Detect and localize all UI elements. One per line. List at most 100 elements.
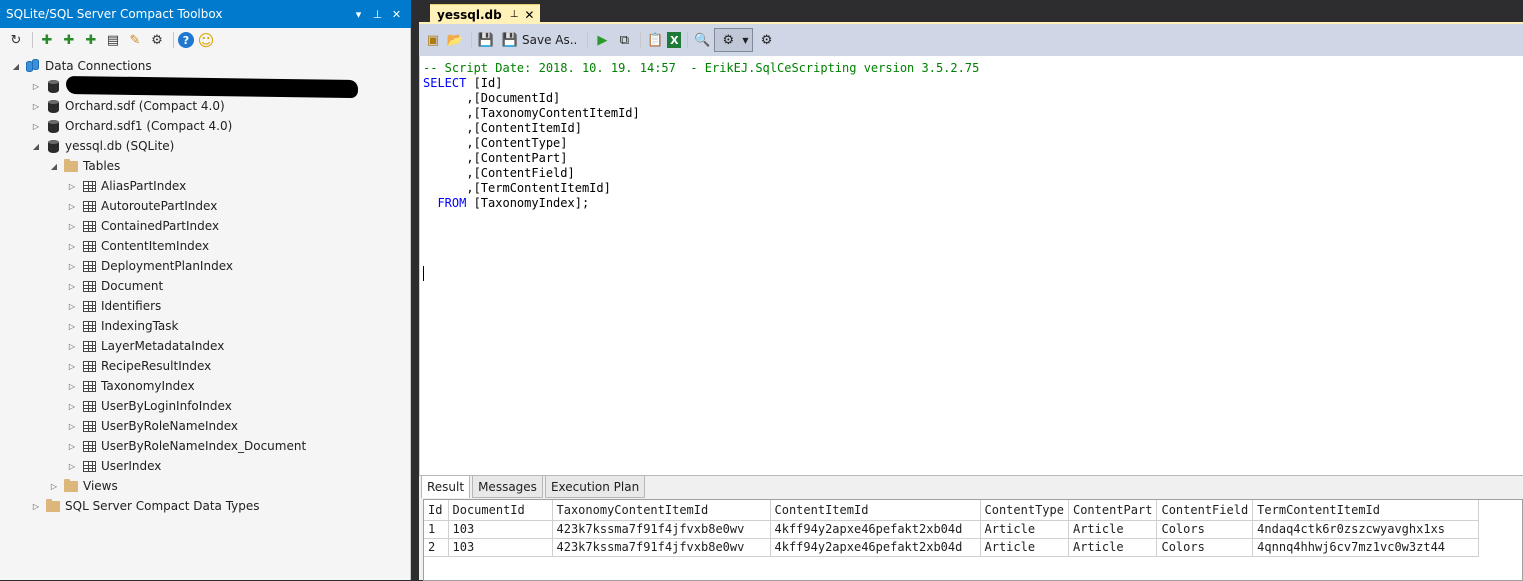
expand-arrow-icon[interactable]: ▷ bbox=[66, 382, 78, 391]
grid-cell[interactable]: 423k7kssma7f91f4jfvxb8e0wv bbox=[552, 538, 771, 557]
show-plan-icon[interactable]: ⧉ bbox=[614, 30, 634, 50]
table-row[interactable]: 2 103 423k7kssma7f91f4jfvxb8e0wv 4kff94y2ap… bbox=[424, 538, 1480, 557]
expand-arrow-icon[interactable]: ▷ bbox=[66, 402, 78, 411]
expand-arrow-icon[interactable]: ▷ bbox=[66, 222, 78, 231]
table-row[interactable]: 1 103 423k7kssma7f91f4jfvxb8e0wv 4kff94y2ap… bbox=[424, 520, 1480, 539]
expand-arrow-icon[interactable]: ▷ bbox=[30, 82, 42, 91]
grid-cell[interactable]: Colors bbox=[1156, 520, 1254, 539]
tree-node-orchard-sdf[interactable]: ▷ Orchard.sdf (Compact 4.0) bbox=[30, 96, 225, 116]
add-server-connection-icon[interactable]: ✚ bbox=[81, 30, 101, 50]
tree-node-table[interactable]: ▷ Identifiers bbox=[66, 296, 161, 316]
settings-icon[interactable]: ⚙ bbox=[147, 30, 167, 50]
expand-arrow-icon[interactable]: ▷ bbox=[66, 422, 78, 431]
grid-cell[interactable]: 4qnnq4hhwj6cv7mz1vc0w3zt44 bbox=[1252, 538, 1480, 557]
tree-node-table[interactable]: ▷ AliasPartIndex bbox=[66, 176, 186, 196]
grid-cell[interactable]: Article bbox=[980, 538, 1069, 557]
result-grid[interactable]: Id DocumentId TaxonomyContentItemId Content… bbox=[423, 499, 1523, 581]
save-icon[interactable]: 💾 bbox=[476, 30, 496, 50]
column-header[interactable]: ContentType bbox=[980, 500, 1069, 521]
smiley-icon[interactable]: ☺ bbox=[196, 30, 216, 50]
grid-cell[interactable]: Article bbox=[1068, 520, 1158, 539]
tree-node-orchard-sdf1[interactable]: ▷ Orchard.sdf1 (Compact 4.0) bbox=[30, 116, 232, 136]
grid-cell[interactable]: 103 bbox=[448, 538, 553, 557]
column-header[interactable]: ContentField bbox=[1156, 500, 1254, 521]
find-icon[interactable]: 🔍 bbox=[692, 30, 712, 50]
tree-node-connection-redacted[interactable]: ▷ bbox=[30, 76, 65, 96]
scan-icon[interactable]: ▤ bbox=[103, 30, 123, 50]
expand-arrow-icon[interactable]: ▷ bbox=[66, 182, 78, 191]
expand-arrow-icon[interactable]: ▷ bbox=[66, 282, 78, 291]
tree-node-yessql-db[interactable]: ◢ yessql.db (SQLite) bbox=[30, 136, 174, 156]
tree-node-table[interactable]: ▷ UserByRoleNameIndex_Document bbox=[66, 436, 306, 456]
grid-cell[interactable]: Colors bbox=[1156, 538, 1254, 557]
expand-arrow-icon[interactable]: ▷ bbox=[30, 122, 42, 131]
tree-node-table[interactable]: ▷ TaxonomyIndex bbox=[66, 376, 195, 396]
panel-dropdown-icon[interactable]: ▾ bbox=[350, 4, 367, 24]
collapse-arrow-icon[interactable]: ◢ bbox=[10, 62, 22, 71]
grid-cell[interactable]: 103 bbox=[448, 520, 553, 539]
expand-arrow-icon[interactable]: ▷ bbox=[30, 102, 42, 111]
options-dropdown[interactable]: ⚙ ▼ bbox=[714, 28, 753, 52]
tree-node-table[interactable]: ▷ RecipeResultIndex bbox=[66, 356, 211, 376]
tree-node-table[interactable]: ▷ IndexingTask bbox=[66, 316, 179, 336]
add-sqlite-connection-icon[interactable]: ✚ bbox=[37, 30, 57, 50]
grid-cell[interactable]: 4kff94y2apxe46pefakt2xb04d bbox=[770, 538, 981, 557]
expand-arrow-icon[interactable]: ▷ bbox=[66, 302, 78, 311]
tree-node-table[interactable]: ▷ UserIndex bbox=[66, 456, 161, 476]
tab-yessql-db[interactable]: yessql.db ⊥ ✕ bbox=[430, 4, 541, 24]
tree-node-table[interactable]: ▷ UserByLoginInfoIndex bbox=[66, 396, 232, 416]
column-header[interactable]: DocumentId bbox=[448, 500, 553, 521]
tree-node-views[interactable]: ▷ Views bbox=[48, 476, 118, 496]
expand-arrow-icon[interactable]: ▷ bbox=[30, 502, 42, 511]
tree-node-table[interactable]: ▷ UserByRoleNameIndex bbox=[66, 416, 238, 436]
add-ce-connection-icon[interactable]: ✚ bbox=[59, 30, 79, 50]
tree-node-table[interactable]: ▷ Document bbox=[66, 276, 163, 296]
close-icon[interactable]: ✕ bbox=[524, 8, 534, 22]
tree-node-data-types[interactable]: ▷ SQL Server Compact Data Types bbox=[30, 496, 260, 516]
panel-pin-icon[interactable]: ⊥ bbox=[369, 4, 386, 24]
clipboard-icon[interactable]: 📋 bbox=[645, 30, 665, 50]
tab-messages[interactable]: Messages bbox=[472, 476, 543, 498]
grid-cell[interactable]: Article bbox=[1068, 538, 1158, 557]
grid-cell[interactable]: 423k7kssma7f91f4jfvxb8e0wv bbox=[552, 520, 771, 539]
collapse-arrow-icon[interactable]: ◢ bbox=[48, 162, 60, 171]
tree-node-table[interactable]: ▷ DeploymentPlanIndex bbox=[66, 256, 233, 276]
expand-arrow-icon[interactable]: ▷ bbox=[48, 482, 60, 491]
execute-icon[interactable]: ▶ bbox=[592, 30, 612, 50]
tree-node-data-connections[interactable]: ◢ Data Connections bbox=[10, 56, 152, 76]
column-header[interactable]: Id bbox=[424, 500, 449, 521]
expand-arrow-icon[interactable]: ▷ bbox=[66, 342, 78, 351]
excel-icon[interactable]: X bbox=[667, 32, 682, 48]
tree-node-table[interactable]: ▷ ContainedPartIndex bbox=[66, 216, 219, 236]
grid-cell[interactable]: 4kff94y2apxe46pefakt2xb04d bbox=[770, 520, 981, 539]
help-icon[interactable]: ? bbox=[178, 32, 194, 48]
grid-cell[interactable]: Article bbox=[980, 520, 1069, 539]
expand-arrow-icon[interactable]: ▷ bbox=[66, 442, 78, 451]
tab-result[interactable]: Result bbox=[421, 476, 471, 498]
sql-editor[interactable]: -- Script Date: 2018. 10. 19. 14:57 - Er… bbox=[419, 56, 1523, 475]
tree-node-tables[interactable]: ◢ Tables bbox=[48, 156, 120, 176]
refresh-icon[interactable]: ↻ bbox=[6, 30, 26, 50]
tree-node-table[interactable]: ▷ ContentItemIndex bbox=[66, 236, 209, 256]
expand-arrow-icon[interactable]: ▷ bbox=[66, 202, 78, 211]
tab-execution-plan[interactable]: Execution Plan bbox=[544, 476, 646, 498]
column-header[interactable]: ContentItemId bbox=[770, 500, 981, 521]
save-as-button[interactable]: 💾 Save As.. bbox=[498, 30, 579, 50]
collapse-arrow-icon[interactable]: ◢ bbox=[30, 142, 42, 151]
gear-icon[interactable]: ⚙ bbox=[757, 30, 777, 50]
open-file-icon[interactable]: 📂 bbox=[445, 30, 465, 50]
panel-close-icon[interactable]: ✕ bbox=[388, 4, 405, 24]
expand-arrow-icon[interactable]: ▷ bbox=[66, 262, 78, 271]
expand-arrow-icon[interactable]: ▷ bbox=[66, 322, 78, 331]
pin-icon[interactable]: ⊥ bbox=[510, 9, 519, 20]
column-header[interactable]: ContentPart bbox=[1068, 500, 1158, 521]
grid-cell[interactable]: 2 bbox=[424, 538, 449, 557]
script-icon[interactable]: ✎ bbox=[125, 30, 145, 50]
expand-arrow-icon[interactable]: ▷ bbox=[66, 462, 78, 471]
tree-node-table[interactable]: ▷ LayerMetadataIndex bbox=[66, 336, 224, 356]
new-query-icon[interactable]: ▣ bbox=[423, 30, 443, 50]
expand-arrow-icon[interactable]: ▷ bbox=[66, 362, 78, 371]
column-header[interactable]: TermContentItemId bbox=[1252, 500, 1480, 521]
tree-node-table[interactable]: ▷ AutoroutePartIndex bbox=[66, 196, 217, 216]
grid-cell[interactable]: 1 bbox=[424, 520, 449, 539]
